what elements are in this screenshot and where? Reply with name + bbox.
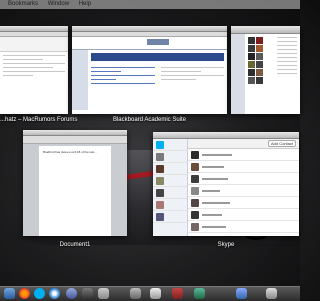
document-caption: Document1 [59, 242, 91, 248]
firefox-icon[interactable] [19, 288, 30, 299]
document-text: Bradford has tissues at 0:18 of the last… [43, 150, 97, 154]
skype-window[interactable]: Add Contact [153, 132, 299, 236]
document-toolbar [23, 136, 127, 144]
blackboard-links [88, 64, 158, 87]
photos-icon[interactable] [172, 288, 183, 299]
skype-contacts [153, 139, 188, 236]
forums-header [0, 37, 68, 52]
skype-chat: Add Contact [188, 139, 299, 236]
itunes-icon[interactable] [66, 288, 77, 299]
folder-icon[interactable] [236, 288, 247, 299]
app-icon[interactable] [150, 288, 161, 299]
forums-content [0, 55, 68, 76]
menu-bookmarks[interactable]: Bookmarks [8, 0, 38, 9]
preview-icon[interactable] [98, 288, 109, 299]
blackboard-window[interactable] [72, 26, 227, 114]
app-store-icon[interactable] [194, 288, 205, 299]
blackboard-body [72, 50, 227, 110]
menu-help[interactable]: Help [79, 0, 91, 9]
blackboard-banner [72, 37, 227, 50]
blackboard-sidebar [72, 50, 88, 110]
game-icon[interactable] [82, 288, 93, 299]
itunes-sidebar [231, 34, 245, 114]
blackboard-caption: Blackboard Academic Suite [112, 117, 187, 123]
dock [0, 286, 300, 301]
finder-icon[interactable] [4, 288, 15, 299]
forums-caption: ...hatz – MacRumors Forums [0, 117, 78, 123]
mail-icon[interactable] [130, 288, 141, 299]
document-page[interactable]: Bradford has tissues at 0:18 of the last… [39, 146, 111, 236]
itunes-track-list [274, 34, 300, 114]
safari-icon[interactable] [49, 288, 60, 299]
skype-titlebar[interactable] [153, 132, 299, 139]
blackboard-announcements [158, 64, 228, 87]
itunes-album-grid [248, 37, 271, 84]
skype-chat-header: Add Contact [188, 139, 299, 149]
blackboard-main [88, 50, 227, 110]
trash-icon[interactable] [266, 288, 277, 299]
blackboard-heading-bar [91, 53, 224, 61]
menu-bar: Bookmarks Window Help [0, 0, 300, 9]
forums-window[interactable] [0, 26, 68, 114]
itunes-window[interactable] [231, 26, 300, 114]
add-contact-button[interactable]: Add Contact [267, 140, 296, 147]
itunes-grid [245, 34, 274, 114]
document-window[interactable]: Bradford has tissues at 0:18 of the last… [23, 130, 127, 236]
itunes-titlebar[interactable] [231, 26, 300, 34]
skype-icon[interactable] [34, 288, 45, 299]
menu-window[interactable]: Window [48, 0, 69, 9]
skype-caption: Skype [217, 242, 235, 248]
